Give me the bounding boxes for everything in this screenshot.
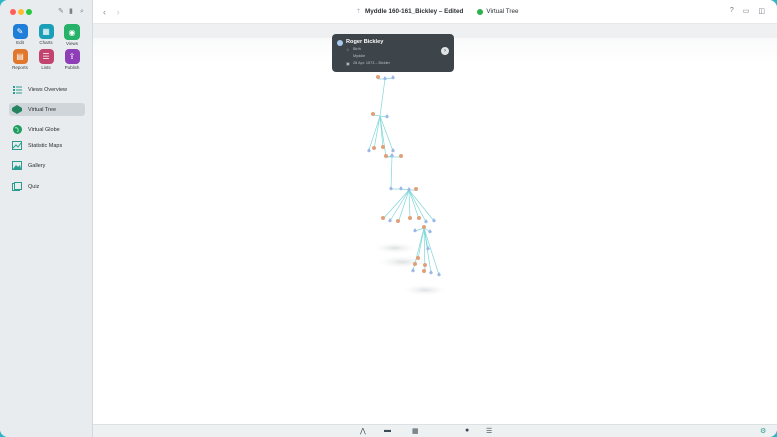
sidebar-item-virtual-tree[interactable]: Virtual Tree	[9, 103, 85, 116]
sidebar-item-virtual-globe[interactable]: Virtual Globe	[9, 123, 85, 136]
document-title: Myddle 160-161_Bickley – Edited	[365, 8, 464, 15]
window-layout-icon[interactable]: ▭	[743, 7, 750, 15]
virtual-tree-mode-icon	[477, 8, 484, 15]
person-cards-icon[interactable]: ▬	[384, 427, 391, 434]
calendar-icon: ▣	[346, 62, 350, 66]
eye-icon: ◉	[64, 24, 80, 40]
split-view-icon[interactable]: ◫	[758, 7, 765, 15]
reports-button[interactable]: ▤ Reports	[8, 49, 32, 70]
pencil-icon: ✎	[12, 24, 28, 39]
tree-layout-icon[interactable]: ⋀	[360, 427, 366, 435]
views-button[interactable]: ◉ Views	[60, 24, 84, 46]
sidebar-tools: ✎ ▮ ⌕	[58, 8, 87, 15]
sidebar-item-views-overview[interactable]: Views Overview	[9, 83, 85, 96]
reports-icon: ▤	[12, 49, 28, 64]
bottom-toolbar: ⋀ ▬ ▦ ● ☰ ⚙	[93, 424, 777, 437]
history-nav: ‹ ›	[103, 7, 128, 17]
app-window: ✎ ▮ ⌕ ✎ Edit ▦ Charts ◉ Views ▤ Reports …	[0, 0, 777, 437]
mode-indicator: Virtual Tree	[477, 8, 518, 15]
star-icon: ☆	[346, 48, 350, 52]
settings-icon[interactable]: ⚙	[760, 427, 766, 435]
paperclip-icon[interactable]: ✎	[58, 8, 65, 15]
close-window-button[interactable]	[10, 9, 16, 15]
window-title: ⇡ Myddle 160-161_Bickley – Edited Virtua…	[356, 8, 518, 15]
sidebar-item-gallery[interactable]: Gallery	[9, 159, 85, 172]
mode-label: Virtual Tree	[486, 8, 519, 15]
virtual-tree-canvas[interactable]	[93, 24, 777, 424]
lists-button[interactable]: ☰ Lists	[34, 49, 58, 70]
avatar	[337, 40, 343, 46]
sidebar-item-statistic-maps[interactable]: Statistic Maps	[9, 139, 85, 152]
charts-button[interactable]: ▦ Charts	[34, 24, 58, 45]
document-icon: ⇡	[356, 9, 362, 15]
help-icon[interactable]: ?	[730, 7, 734, 15]
gallery-icon	[12, 161, 22, 171]
list-options-icon[interactable]: ☰	[486, 427, 492, 435]
toolbar-right: ? ▭ ◫	[730, 7, 765, 15]
quiz-icon	[12, 182, 22, 192]
statistic-maps-icon	[12, 141, 22, 151]
publish-button[interactable]: ⇪ Publish	[60, 49, 84, 70]
lists-icon: ☰	[38, 49, 54, 64]
open-person-arrow-icon[interactable]: ›	[441, 47, 449, 55]
back-button[interactable]: ‹	[103, 7, 106, 17]
edit-button[interactable]: ✎ Edit	[8, 24, 32, 45]
sidebar-item-quiz[interactable]: Quiz	[9, 180, 85, 193]
event-date: 28 Apr. 1573 – Bickler	[353, 61, 390, 65]
person-name: Roger Bickley	[346, 39, 384, 45]
sidebar: ✎ ▮ ⌕ ✎ Edit ▦ Charts ◉ Views ▤ Reports …	[0, 0, 93, 437]
person-icon[interactable]: ●	[465, 427, 469, 434]
event-type: Birth	[353, 47, 361, 51]
globe-icon	[12, 125, 22, 135]
search-icon[interactable]: ⌕	[80, 8, 87, 15]
grid-options-icon[interactable]: ▦	[412, 427, 419, 435]
bookmark-icon[interactable]: ▮	[69, 8, 76, 15]
publish-icon: ⇪	[64, 49, 80, 64]
forward-button[interactable]: ›	[117, 7, 120, 17]
event-place: Myddle	[353, 54, 366, 58]
charts-icon: ▦	[38, 24, 54, 39]
virtual-tree-icon	[12, 105, 22, 115]
zoom-window-button[interactable]	[26, 9, 32, 15]
person-tooltip[interactable]: Roger Bickley ☆ Birth Myddle ▣ 28 Apr. 1…	[332, 34, 454, 72]
views-overview-icon	[12, 85, 22, 95]
minimize-window-button[interactable]	[18, 9, 24, 15]
